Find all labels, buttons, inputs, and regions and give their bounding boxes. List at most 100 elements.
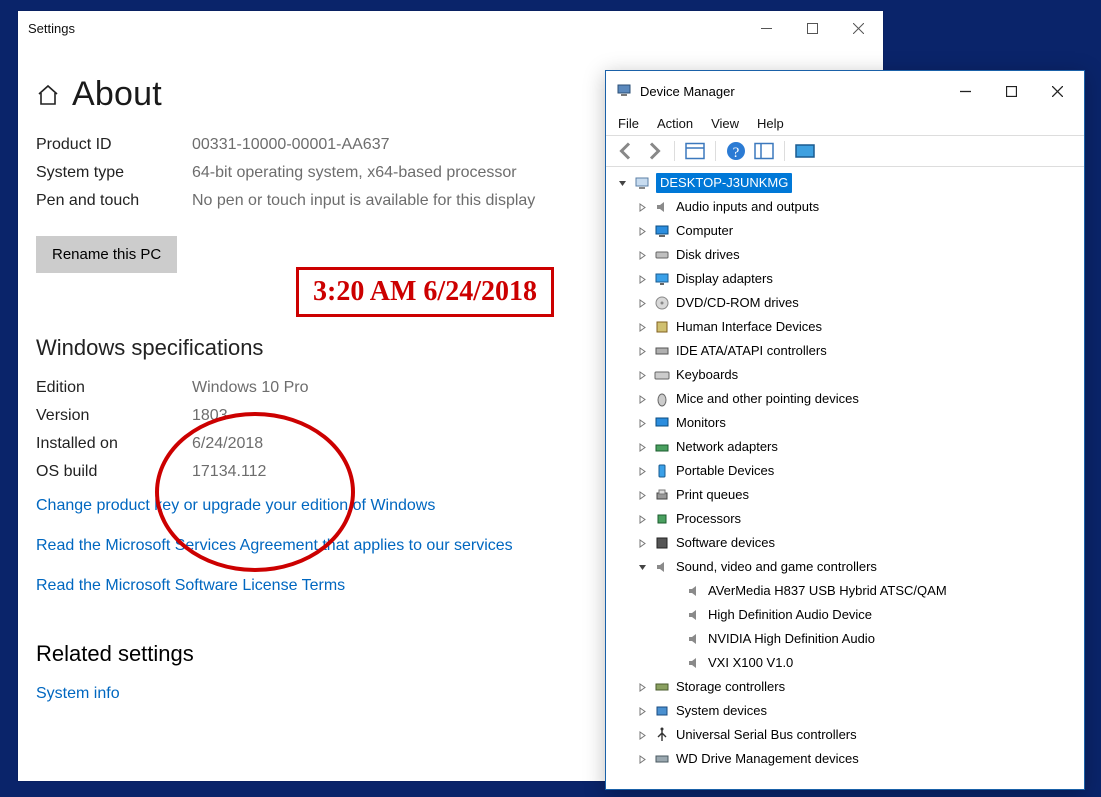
tree-node-label: Keyboards — [676, 365, 738, 385]
usb-icon — [654, 727, 670, 743]
display-icon — [654, 271, 670, 287]
tree-node-label: Storage controllers — [676, 677, 785, 697]
sound-device-icon — [686, 607, 702, 623]
chevron-right-icon[interactable] — [636, 371, 648, 380]
tree-node-label: Disk drives — [676, 245, 740, 265]
tree-node[interactable]: DVD/CD-ROM drives — [612, 291, 1078, 315]
scan-hardware-button[interactable] — [793, 140, 817, 162]
chevron-right-icon[interactable] — [636, 203, 648, 212]
sound-device-icon — [686, 655, 702, 671]
chevron-right-icon[interactable] — [636, 275, 648, 284]
tree-node[interactable]: Computer — [612, 219, 1078, 243]
dm-minimize-button[interactable] — [942, 77, 988, 106]
tree-node[interactable]: Universal Serial Bus controllers — [612, 723, 1078, 747]
tree-node[interactable]: Display adapters — [612, 267, 1078, 291]
annotation-timestamp: 3:20 AM 6/24/2018 — [296, 267, 554, 317]
device-manager-title: Device Manager — [640, 84, 735, 99]
chevron-right-icon[interactable] — [636, 299, 648, 308]
settings-window-controls — [743, 12, 881, 44]
tree-node-label: IDE ATA/ATAPI controllers — [676, 341, 827, 361]
close-button[interactable] — [835, 12, 881, 44]
back-button[interactable] — [614, 140, 638, 162]
tree-node-label: Portable Devices — [676, 461, 774, 481]
monitor-icon — [654, 415, 670, 431]
menu-item-view[interactable]: View — [711, 116, 739, 131]
spec-label: Edition — [36, 379, 192, 397]
menu-item-help[interactable]: Help — [757, 116, 784, 131]
sound-device-icon — [686, 631, 702, 647]
tree-node-label: Monitors — [676, 413, 726, 433]
tree-node[interactable]: Processors — [612, 507, 1078, 531]
tree-node[interactable]: Software devices — [612, 531, 1078, 555]
chevron-right-icon[interactable] — [636, 251, 648, 260]
tree-node[interactable]: Audio inputs and outputs — [612, 195, 1078, 219]
hid-icon — [654, 319, 670, 335]
tree-leaf-label: NVIDIA High Definition Audio — [708, 629, 875, 649]
tree-node-label: Software devices — [676, 533, 775, 553]
wd-icon — [654, 751, 670, 767]
tree-node[interactable]: Portable Devices — [612, 459, 1078, 483]
tree-node[interactable]: System devices — [612, 699, 1078, 723]
tree-root-label: DESKTOP-J3UNKMG — [656, 173, 792, 193]
tree-node[interactable]: Storage controllers — [612, 675, 1078, 699]
maximize-button[interactable] — [789, 12, 835, 44]
properties-button[interactable] — [752, 140, 776, 162]
ide-icon — [654, 343, 670, 359]
tree-leaf[interactable]: High Definition Audio Device — [612, 603, 1078, 627]
chevron-right-icon[interactable] — [636, 323, 648, 332]
computer-root-icon — [634, 175, 650, 191]
tree-node[interactable]: Network adapters — [612, 435, 1078, 459]
printer-icon — [654, 487, 670, 503]
page-title: About — [72, 75, 162, 114]
system-icon — [654, 703, 670, 719]
computer-icon — [654, 223, 670, 239]
show-hide-tree-button[interactable] — [683, 140, 707, 162]
chevron-right-icon[interactable] — [636, 539, 648, 548]
chevron-right-icon[interactable] — [636, 227, 648, 236]
toolbar-separator — [784, 141, 785, 161]
tree-node[interactable]: Human Interface Devices — [612, 315, 1078, 339]
rename-pc-button[interactable]: Rename this PC — [36, 236, 177, 273]
tree-node-label: Computer — [676, 221, 733, 241]
device-manager-tree[interactable]: DESKTOP-J3UNKMGAudio inputs and outputsC… — [606, 167, 1084, 789]
chevron-right-icon[interactable] — [636, 683, 648, 692]
tree-node[interactable]: Monitors — [612, 411, 1078, 435]
spec-label: System type — [36, 164, 192, 182]
menu-item-file[interactable]: File — [618, 116, 639, 131]
chevron-right-icon[interactable] — [636, 515, 648, 524]
tree-node[interactable]: IDE ATA/ATAPI controllers — [612, 339, 1078, 363]
chevron-right-icon[interactable] — [636, 419, 648, 428]
minimize-button[interactable] — [743, 12, 789, 44]
tree-node[interactable]: Mice and other pointing devices — [612, 387, 1078, 411]
chevron-right-icon[interactable] — [636, 467, 648, 476]
chevron-right-icon[interactable] — [636, 491, 648, 500]
tree-node[interactable]: Keyboards — [612, 363, 1078, 387]
chevron-right-icon[interactable] — [636, 347, 648, 356]
home-icon[interactable] — [36, 83, 60, 107]
help-button[interactable]: ? — [724, 140, 748, 162]
software-icon — [654, 535, 670, 551]
dm-close-button[interactable] — [1034, 77, 1080, 106]
tree-node[interactable]: WD Drive Management devices — [612, 747, 1078, 771]
menu-item-action[interactable]: Action — [657, 116, 693, 131]
tree-node[interactable]: Sound, video and game controllers — [612, 555, 1078, 579]
portable-icon — [654, 463, 670, 479]
tree-leaf[interactable]: NVIDIA High Definition Audio — [612, 627, 1078, 651]
chevron-down-icon[interactable] — [616, 179, 628, 188]
tree-node-label: Mice and other pointing devices — [676, 389, 859, 409]
tree-node-label: DVD/CD-ROM drives — [676, 293, 799, 313]
dm-maximize-button[interactable] — [988, 77, 1034, 106]
speaker-icon — [654, 199, 670, 215]
tree-leaf[interactable]: VXI X100 V1.0 — [612, 651, 1078, 675]
chevron-right-icon[interactable] — [636, 443, 648, 452]
forward-button[interactable] — [642, 140, 666, 162]
chevron-right-icon[interactable] — [636, 731, 648, 740]
chevron-right-icon[interactable] — [636, 395, 648, 404]
chevron-down-icon[interactable] — [636, 563, 648, 572]
chevron-right-icon[interactable] — [636, 707, 648, 716]
tree-leaf[interactable]: AVerMedia H837 USB Hybrid ATSC/QAM — [612, 579, 1078, 603]
tree-node[interactable]: Print queues — [612, 483, 1078, 507]
chevron-right-icon[interactable] — [636, 755, 648, 764]
tree-node[interactable]: Disk drives — [612, 243, 1078, 267]
tree-root[interactable]: DESKTOP-J3UNKMG — [612, 171, 1078, 195]
